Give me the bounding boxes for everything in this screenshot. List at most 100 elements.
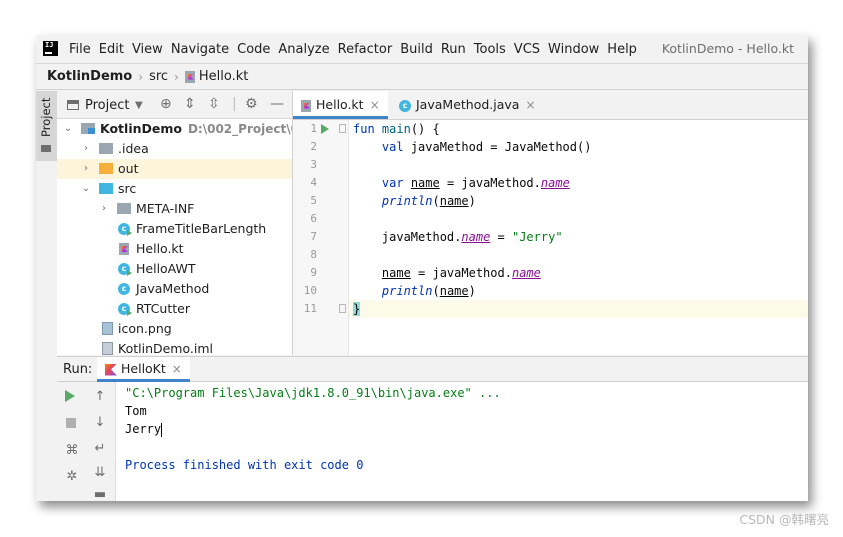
arrow-down-icon[interactable]: ↓	[93, 416, 107, 430]
stop-icon[interactable]	[66, 418, 76, 428]
menu-code[interactable]: Code	[237, 42, 270, 57]
image-file-icon	[102, 322, 113, 335]
menu-help[interactable]: Help	[607, 42, 637, 57]
menu-run[interactable]: Run	[441, 42, 466, 57]
line-number: 10	[303, 284, 317, 297]
tree-label: Hello.kt	[136, 241, 184, 256]
text-cursor	[161, 422, 163, 437]
line-number: 4	[310, 176, 317, 189]
tree-item-hello-kt[interactable]: Hello.kt	[57, 239, 292, 259]
console-exit-line: Process finished with exit code 0	[125, 458, 364, 472]
tree-label: KotlinDemo.iml	[118, 341, 214, 355]
left-tool-stripe: Project	[36, 91, 58, 355]
intellij-logo-icon: IJ	[43, 41, 58, 56]
menu-refactor[interactable]: Refactor	[338, 42, 393, 57]
run-gutter-icon[interactable]	[321, 124, 329, 134]
menu-analyze[interactable]: Analyze	[278, 42, 329, 57]
close-icon[interactable]: ×	[370, 98, 380, 112]
menu-build[interactable]: Build	[400, 42, 433, 57]
project-panel-header: Project ▼ ⊕ ⇕ ⇳ | ⚙ —	[57, 91, 292, 119]
chevron-down-icon[interactable]: ⌄	[63, 119, 73, 139]
code-line-7: javaMethod.name = "Jerry"	[381, 230, 563, 244]
chevron-right-icon: ›	[174, 69, 179, 84]
project-view-selector[interactable]: Project	[85, 98, 129, 113]
tree-item-frametitlebarlength[interactable]: c FrameTitleBarLength	[57, 219, 292, 239]
project-tool-label: Project	[39, 97, 53, 137]
menu-window[interactable]: Window	[548, 42, 599, 57]
pin-icon[interactable]: ✲	[65, 470, 79, 484]
project-panel: Project ▼ ⊕ ⇕ ⇳ | ⚙ — ⌄ KotlinDemo D:\002…	[57, 91, 293, 355]
scroll-to-end-icon[interactable]: ⇊	[93, 466, 107, 480]
tree-item-meta-inf[interactable]: › META-INF	[57, 199, 292, 219]
chevron-down-icon[interactable]: ⌄	[81, 179, 91, 199]
breadcrumb-project[interactable]: KotlinDemo	[47, 69, 132, 84]
chevron-down-icon[interactable]: ▼	[135, 99, 143, 113]
editor-tabs: Hello.kt × c JavaMethod.java ×	[293, 91, 808, 120]
menu-tools[interactable]: Tools	[474, 42, 506, 57]
tree-label: FrameTitleBarLength	[136, 221, 267, 236]
tree-item-javamethod[interactable]: c JavaMethod	[57, 279, 292, 299]
code-line-4: var name = javaMethod.name	[381, 176, 570, 190]
tab-javamethod-java[interactable]: c JavaMethod.java ×	[395, 91, 536, 119]
tree-item-rtcutter[interactable]: c RTCutter	[57, 299, 292, 319]
folder-orange-icon	[99, 163, 113, 174]
run-toolbar-secondary: ↑ ↓ ↵ ⇊ ▬	[85, 382, 116, 501]
code-editor[interactable]: fun main() { val javaMethod = JavaMethod…	[349, 120, 808, 355]
tree-item-icon-png[interactable]: icon.png	[57, 319, 292, 339]
tab-hello-kt[interactable]: Hello.kt ×	[293, 91, 388, 119]
camera-icon[interactable]: ⌘	[65, 444, 79, 458]
menu-file[interactable]: File	[69, 42, 91, 57]
separator: |	[232, 96, 237, 112]
tab-label: Hello.kt	[316, 97, 364, 112]
menu-vcs[interactable]: VCS	[514, 42, 540, 57]
expand-all-icon[interactable]: ⇕	[184, 97, 196, 111]
breadcrumb-file[interactable]: Hello.kt	[199, 69, 248, 84]
hide-panel-icon[interactable]: —	[270, 97, 284, 111]
locate-file-icon[interactable]: ⊕	[160, 97, 172, 111]
tree-label: out	[118, 161, 139, 176]
print-icon[interactable]: ▬	[93, 488, 107, 502]
line-number: 1	[310, 122, 317, 135]
tree-item-out[interactable]: › out	[57, 159, 292, 179]
editor-gutter: 1 2 3 4 5 6 7 8 9 10 11	[293, 120, 349, 355]
breadcrumb-folder[interactable]: src	[149, 69, 168, 84]
kotlin-file-icon	[301, 99, 311, 112]
console-output-line: Jerry	[125, 422, 163, 437]
chevron-right-icon[interactable]: ›	[99, 199, 109, 219]
tree-label: META-INF	[136, 201, 195, 216]
tree-item-idea[interactable]: › .idea	[57, 139, 292, 159]
line-number: 3	[310, 158, 317, 171]
close-icon[interactable]: ×	[525, 98, 535, 112]
tree-label: JavaMethod	[136, 281, 210, 296]
gear-icon[interactable]: ⚙	[245, 97, 258, 111]
tree-item-kotlindemo[interactable]: ⌄ KotlinDemoD:\002_Project\003	[57, 119, 292, 139]
menu-edit[interactable]: Edit	[99, 42, 124, 57]
breadcrumb: KotlinDemo › src › Hello.kt	[36, 64, 808, 90]
watermark: CSDN @韩曙亮	[739, 512, 829, 527]
run-console[interactable]: "C:\Program Files\Java\jdk1.8.0_91\bin\j…	[116, 382, 808, 501]
run-tab-hellokt[interactable]: HelloKt ×	[97, 357, 190, 382]
rerun-icon[interactable]	[65, 390, 75, 402]
collapse-all-icon[interactable]: ⇳	[208, 97, 220, 111]
menu-view[interactable]: View	[132, 42, 163, 57]
menu-bar: IJ File Edit View Navigate Code Analyze …	[36, 35, 808, 64]
run-toolbar-primary: ⌘ ✲	[57, 382, 86, 501]
chevron-right-icon[interactable]: ›	[81, 139, 91, 159]
window-title: KotlinDemo - Hello.kt	[661, 41, 794, 56]
project-view-icon	[67, 100, 79, 110]
fold-icon[interactable]	[339, 304, 346, 313]
tree-item-kotlindemo-iml[interactable]: KotlinDemo.iml	[57, 339, 292, 355]
chevron-right-icon[interactable]: ›	[81, 159, 91, 179]
run-panel-label: Run:	[63, 362, 93, 377]
fold-icon[interactable]	[339, 124, 346, 133]
soft-wrap-icon[interactable]: ↵	[93, 442, 107, 456]
code-line-9: name = javaMethod.name	[381, 266, 541, 280]
close-icon[interactable]: ×	[172, 362, 182, 376]
project-tool-tab[interactable]: Project	[36, 91, 57, 161]
arrow-up-icon[interactable]: ↑	[93, 390, 107, 404]
tree-item-helloawt[interactable]: c HelloAWT	[57, 259, 292, 279]
menu-navigate[interactable]: Navigate	[171, 42, 229, 57]
tree-item-src[interactable]: ⌄ src	[57, 179, 292, 199]
code-line-5: println(name)	[381, 194, 476, 208]
ide-window: IJ File Edit View Navigate Code Analyze …	[36, 35, 808, 501]
